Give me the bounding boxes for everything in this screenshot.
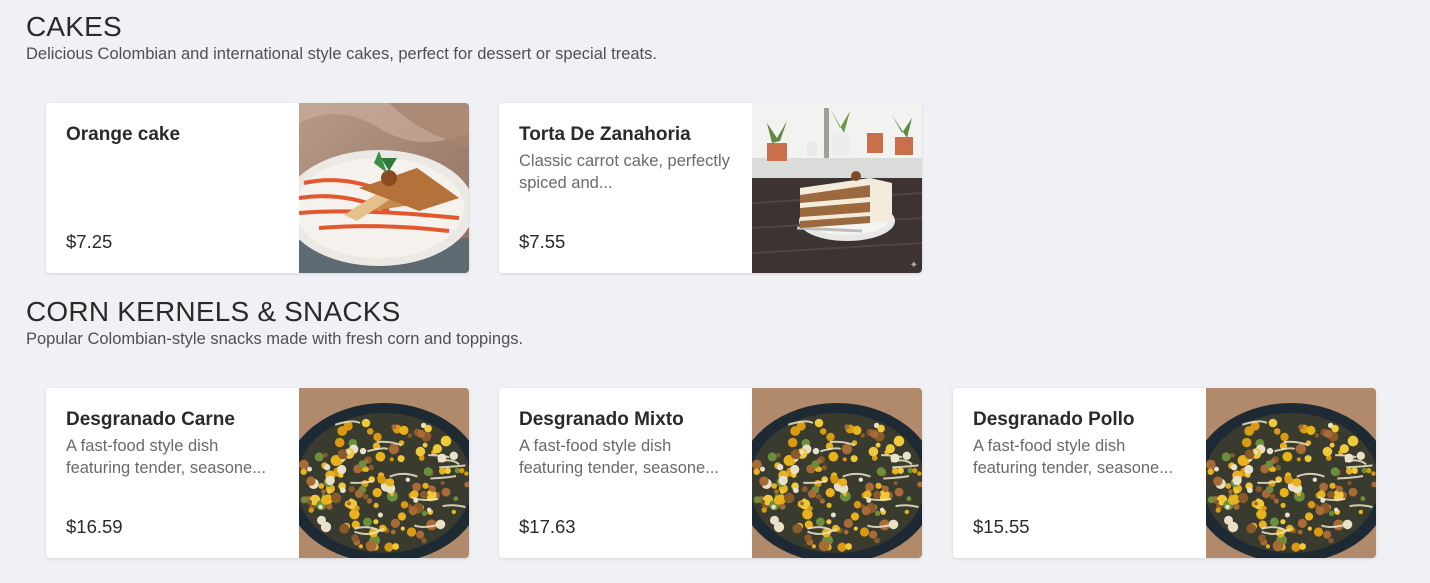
orange-cake-image <box>299 103 469 273</box>
item-description: A fast-food style dish featuring tender,… <box>66 437 266 477</box>
item-name: Torta De Zanahoria <box>519 124 691 145</box>
desgranado-image <box>752 388 922 558</box>
item-price: $7.25 <box>66 231 113 252</box>
item-price: $7.55 <box>519 231 566 252</box>
menu-item-card-orange-cake[interactable]: Orange cake $7.25 <box>46 103 469 273</box>
section-title: CORN KERNELS & SNACKS <box>26 296 401 327</box>
section-description: Popular Colombian-style snacks made with… <box>26 330 524 348</box>
item-price: $16.59 <box>66 516 123 537</box>
section-cakes: CAKES Delicious Colombian and internatio… <box>26 12 657 64</box>
sparkle-icon: ✦ <box>909 260 918 271</box>
menu-item-card-desgranado-carne[interactable]: Desgranado Carne A fast-food style dish … <box>46 388 469 558</box>
section-title: CAKES <box>26 11 122 42</box>
item-description: A fast-food style dish featuring tender,… <box>973 437 1173 477</box>
item-name: Desgranado Pollo <box>973 409 1135 430</box>
item-name: Orange cake <box>66 124 181 145</box>
item-name: Desgranado Carne <box>66 409 235 430</box>
menu-item-card-torta-de-zanahoria[interactable]: Torta De Zanahoria Classic carrot cake, … <box>499 103 922 273</box>
desgranado-image <box>1206 388 1376 558</box>
section-corn-kernels-snacks: CORN KERNELS & SNACKS Popular Colombian-… <box>26 297 523 349</box>
item-description: Classic carrot cake, perfectly spiced an… <box>519 152 730 192</box>
item-price: $15.55 <box>973 516 1030 537</box>
item-price: $17.63 <box>519 516 576 537</box>
desgranado-image <box>299 388 469 558</box>
carrot-cake-image: ✦ <box>752 103 922 273</box>
section-description: Delicious Colombian and international st… <box>26 45 657 63</box>
item-name: Desgranado Mixto <box>519 409 684 430</box>
menu-item-card-desgranado-pollo[interactable]: Desgranado Pollo A fast-food style dish … <box>953 388 1376 558</box>
menu-item-card-desgranado-mixto[interactable]: Desgranado Mixto A fast-food style dish … <box>499 388 922 558</box>
item-description: A fast-food style dish featuring tender,… <box>519 437 719 477</box>
